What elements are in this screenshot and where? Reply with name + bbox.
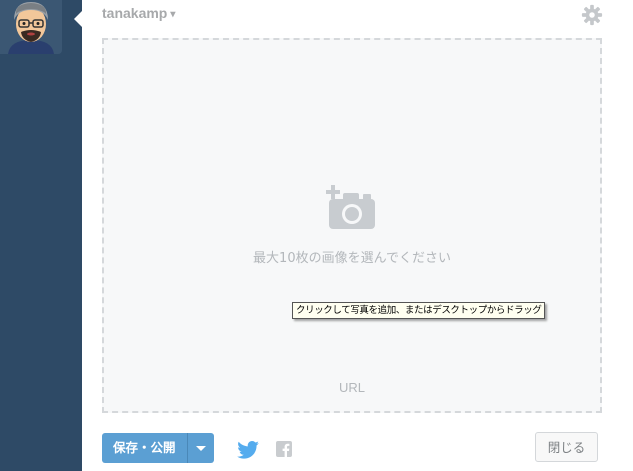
close-button[interactable]: 閉じる xyxy=(535,432,598,462)
camera-plus-icon xyxy=(326,185,375,229)
publish-button-group: 保存・公開 xyxy=(102,433,214,463)
panel-pointer xyxy=(74,11,82,27)
blog-selector[interactable]: tanakamp ▾ xyxy=(102,5,175,21)
upload-hint: 最大10枚の画像を選んでください xyxy=(253,251,451,266)
username-label: tanakamp xyxy=(102,5,168,21)
gear-icon[interactable] xyxy=(581,4,603,26)
chevron-down-icon: ▾ xyxy=(170,9,176,20)
photo-dropzone[interactable]: 最大10枚の画像を選んでください URL xyxy=(102,38,602,413)
twitter-icon[interactable] xyxy=(237,441,259,459)
avatar-image xyxy=(0,0,62,54)
avatar[interactable] xyxy=(0,0,62,54)
post-editor-panel: tanakamp ▾ 最大10枚の画像を選んでください URL クリックして写真… xyxy=(82,0,633,471)
tooltip: クリックして写真を追加、またはデスクトップからドラッグ xyxy=(292,302,546,319)
url-option[interactable]: URL xyxy=(104,380,600,395)
facebook-icon[interactable] xyxy=(276,441,292,457)
publish-button[interactable]: 保存・公開 xyxy=(102,433,187,463)
publish-options-button[interactable] xyxy=(186,433,214,463)
